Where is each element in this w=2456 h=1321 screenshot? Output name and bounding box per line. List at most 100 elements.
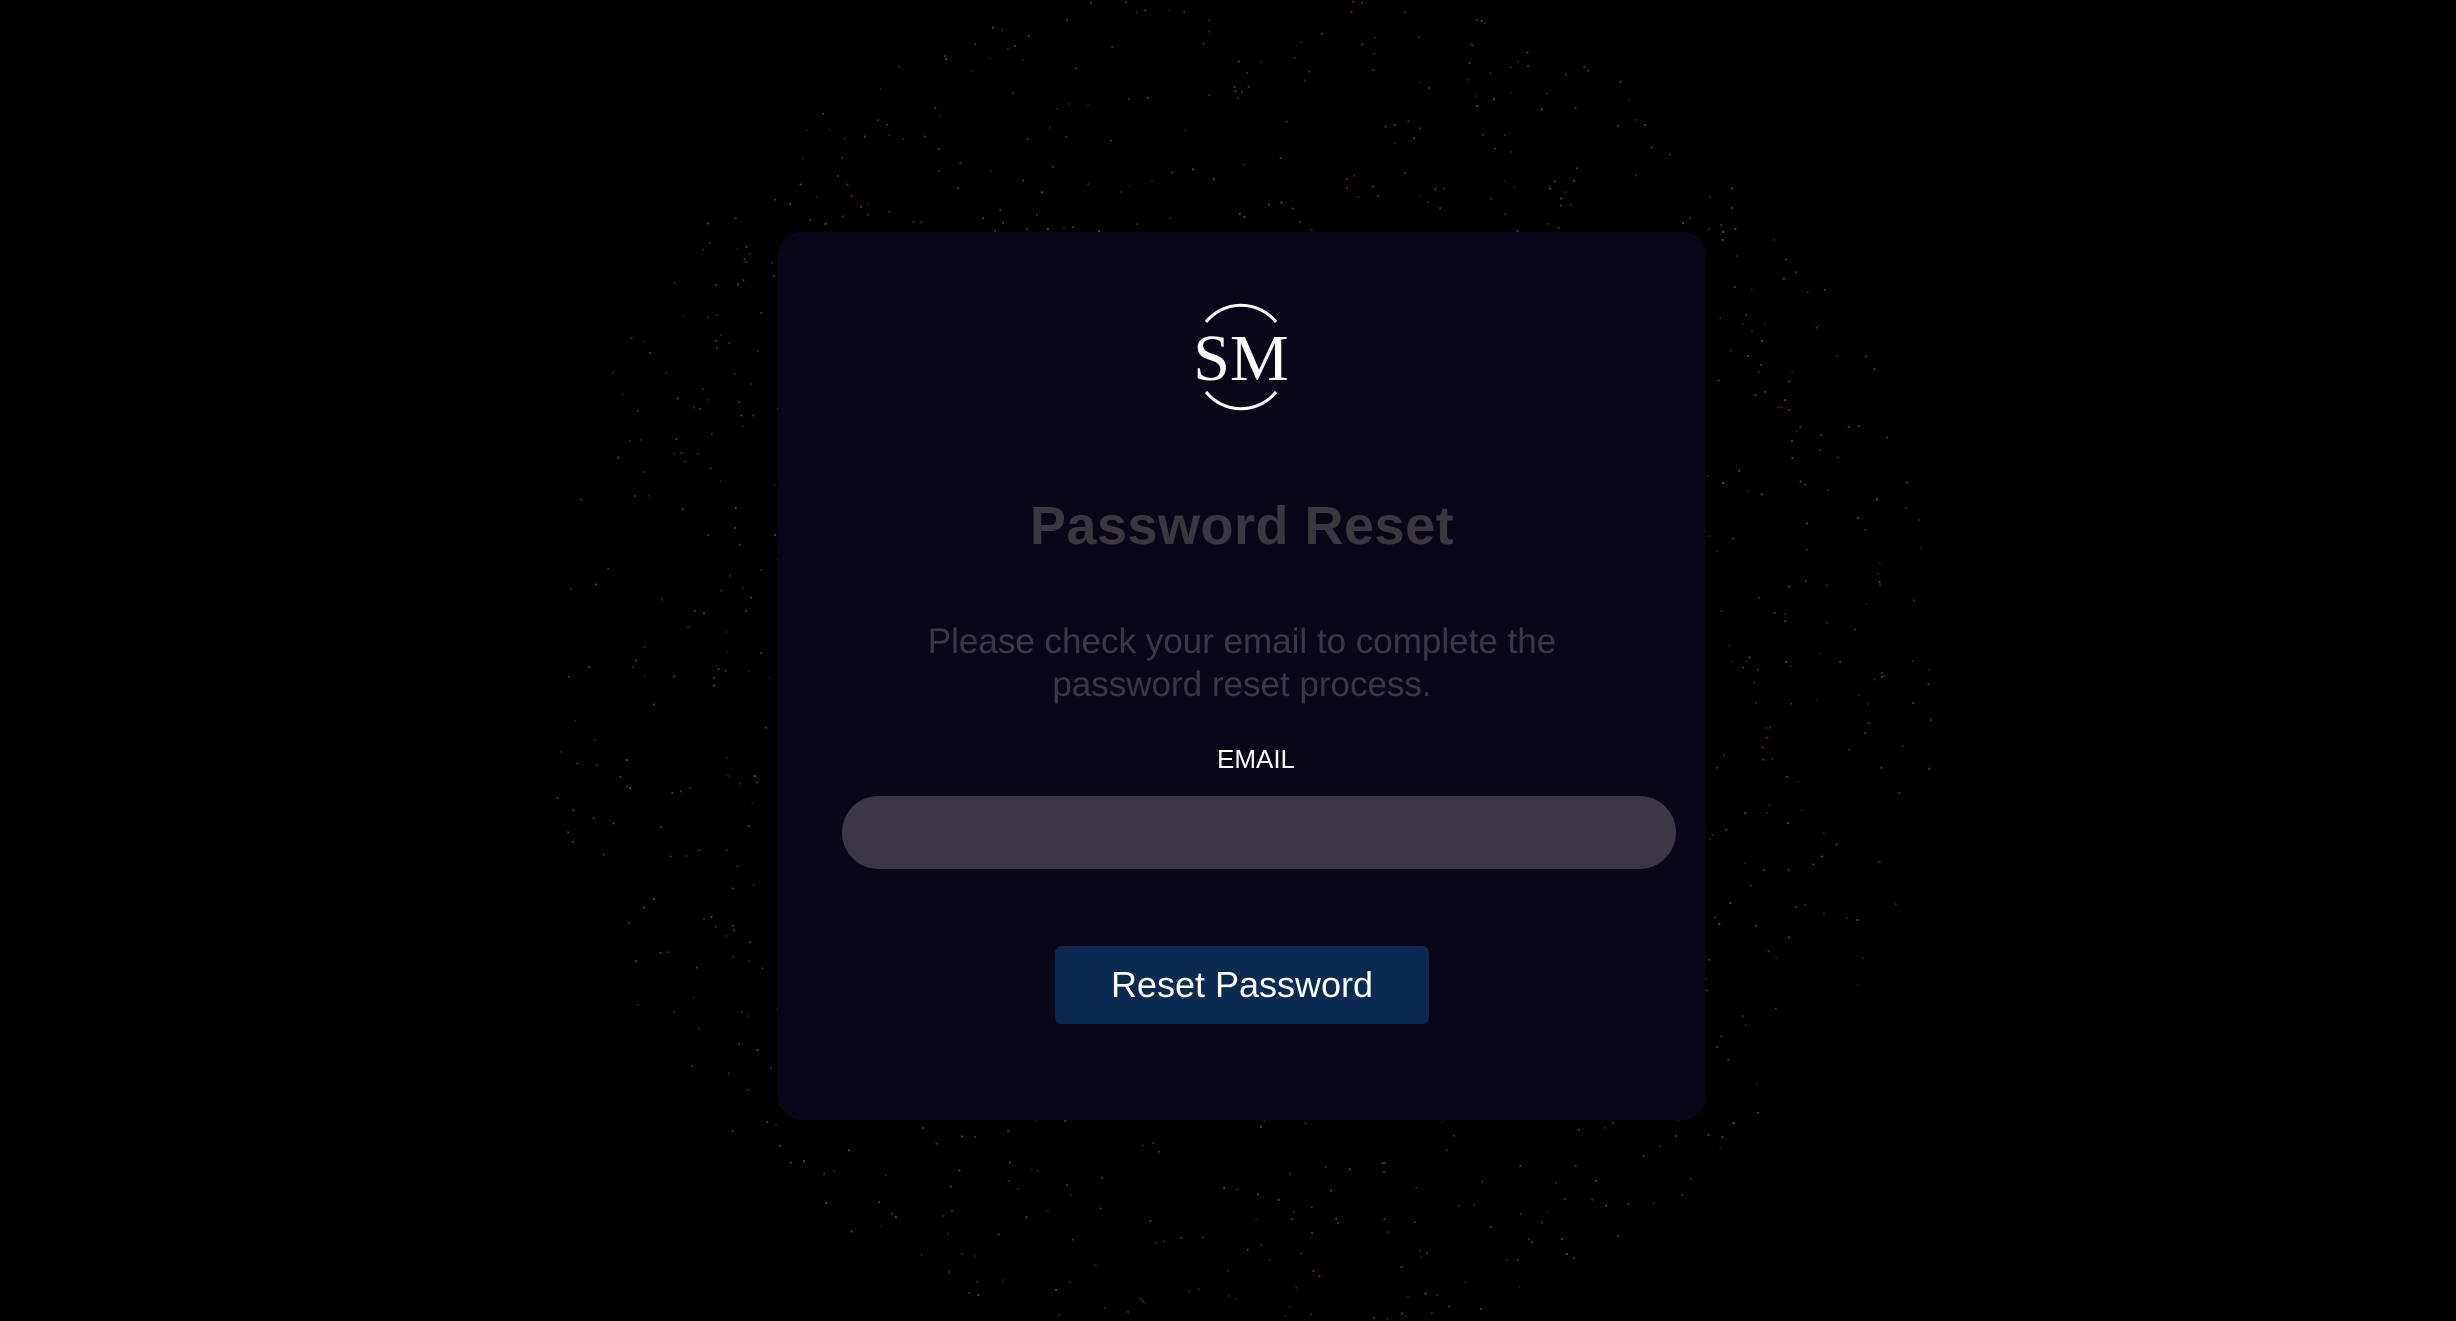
particle-dot xyxy=(774,484,777,487)
particle-dot xyxy=(1304,1122,1307,1125)
particle-dot xyxy=(1012,92,1014,95)
particle-dot xyxy=(1103,1307,1106,1309)
particle-dot xyxy=(1920,546,1923,549)
particle-dot xyxy=(1510,91,1513,94)
particle-dot xyxy=(1553,180,1556,183)
particle-dot xyxy=(841,215,844,218)
particle-dot xyxy=(1372,69,1375,71)
particle-dot xyxy=(567,675,570,678)
particle-dot xyxy=(959,161,962,164)
particle-dot xyxy=(860,205,863,208)
particle-dot xyxy=(879,1225,882,1228)
particle-dot xyxy=(745,260,748,263)
particle-dot xyxy=(1208,19,1211,22)
particle-dot xyxy=(1719,1147,1722,1150)
particle-dot xyxy=(1393,123,1396,126)
particle-dot xyxy=(1312,1269,1315,1272)
particle-dot xyxy=(714,284,717,287)
particle-dot xyxy=(879,88,882,91)
particle-dot xyxy=(727,1072,730,1075)
particle-dot xyxy=(1863,529,1866,532)
particle-dot xyxy=(1898,792,1901,795)
particle-dot xyxy=(1741,1015,1744,1018)
particle-dot xyxy=(1504,213,1507,216)
particle-dot xyxy=(748,941,751,944)
particle-dot xyxy=(1733,286,1736,289)
particle-dot xyxy=(1293,1210,1295,1213)
particle-dot xyxy=(1546,222,1549,225)
particle-dot xyxy=(1246,71,1249,74)
particle-dot xyxy=(1260,61,1263,64)
particle-dot xyxy=(1886,436,1889,439)
particle-dot xyxy=(687,625,690,628)
particle-dot xyxy=(1878,562,1881,565)
particle-dot xyxy=(1404,11,1407,14)
particle-dot xyxy=(1120,191,1123,193)
particle-dot xyxy=(736,248,739,251)
particle-dot xyxy=(1773,612,1776,614)
particle-dot xyxy=(671,792,674,794)
particle-dot xyxy=(1530,1241,1533,1244)
particle-dot xyxy=(1760,340,1763,342)
particle-dot xyxy=(1804,579,1807,582)
particle-dot xyxy=(1795,430,1798,433)
particle-dot xyxy=(1513,185,1516,188)
reset-instructions: Please check your email to complete the … xyxy=(927,622,1557,704)
particle-dot xyxy=(1285,120,1288,123)
particle-dot xyxy=(1407,1295,1409,1298)
particle-dot xyxy=(1785,258,1788,261)
particle-dot xyxy=(752,414,755,417)
particle-dot xyxy=(1226,1269,1229,1272)
particle-dot xyxy=(636,1004,639,1006)
particle-dot xyxy=(1906,481,1909,484)
particle-dot xyxy=(1864,732,1867,734)
particle-dot xyxy=(1708,958,1710,961)
particle-dot xyxy=(632,666,635,669)
particle-dot xyxy=(1246,1248,1249,1251)
particle-dot xyxy=(1835,843,1838,846)
particle-dot xyxy=(1208,93,1211,96)
particle-dot xyxy=(734,217,737,220)
particle-dot xyxy=(1509,66,1512,69)
particle-dot xyxy=(976,1280,979,1283)
particle-dot xyxy=(691,1065,694,1068)
particle-dot xyxy=(1856,983,1859,986)
particle-dot xyxy=(863,135,866,138)
particle-dot xyxy=(1711,834,1714,837)
particle-dot xyxy=(560,750,563,753)
particle-dot xyxy=(1795,905,1797,908)
particle-dot xyxy=(958,1169,961,1172)
particle-dot xyxy=(1386,1231,1389,1234)
particle-dot xyxy=(595,583,597,586)
particle-dot xyxy=(1111,46,1114,49)
particle-dot xyxy=(1427,200,1430,203)
particle-dot xyxy=(1065,135,1068,138)
particle-dot xyxy=(1799,480,1802,483)
particle-dot xyxy=(1549,187,1552,190)
particle-dot xyxy=(607,567,610,570)
particle-dot xyxy=(1021,58,1024,61)
particle-dot xyxy=(659,951,662,954)
particle-dot xyxy=(1565,1253,1568,1255)
particle-dot xyxy=(1659,1145,1662,1148)
particle-dot xyxy=(692,996,695,999)
particle-dot xyxy=(728,341,731,344)
particle-dot xyxy=(1714,916,1717,919)
particle-dot xyxy=(1804,903,1807,906)
particle-dot xyxy=(1674,1135,1677,1138)
particle-dot xyxy=(1816,699,1819,702)
particle-dot xyxy=(1171,171,1174,174)
particle-dot xyxy=(1861,957,1864,960)
reset-password-button[interactable]: Reset Password xyxy=(1055,946,1429,1024)
particle-dot xyxy=(774,198,777,201)
particle-dot xyxy=(1154,1241,1157,1244)
particle-dot xyxy=(1749,884,1752,887)
particle-dot xyxy=(1616,1235,1619,1238)
email-field[interactable] xyxy=(842,796,1676,869)
particle-dot xyxy=(1576,167,1579,170)
particle-dot xyxy=(836,175,839,177)
particle-dot xyxy=(1090,2,1092,5)
particle-dot xyxy=(999,209,1002,212)
particle-dot xyxy=(734,507,737,510)
particle-dot xyxy=(713,676,715,679)
